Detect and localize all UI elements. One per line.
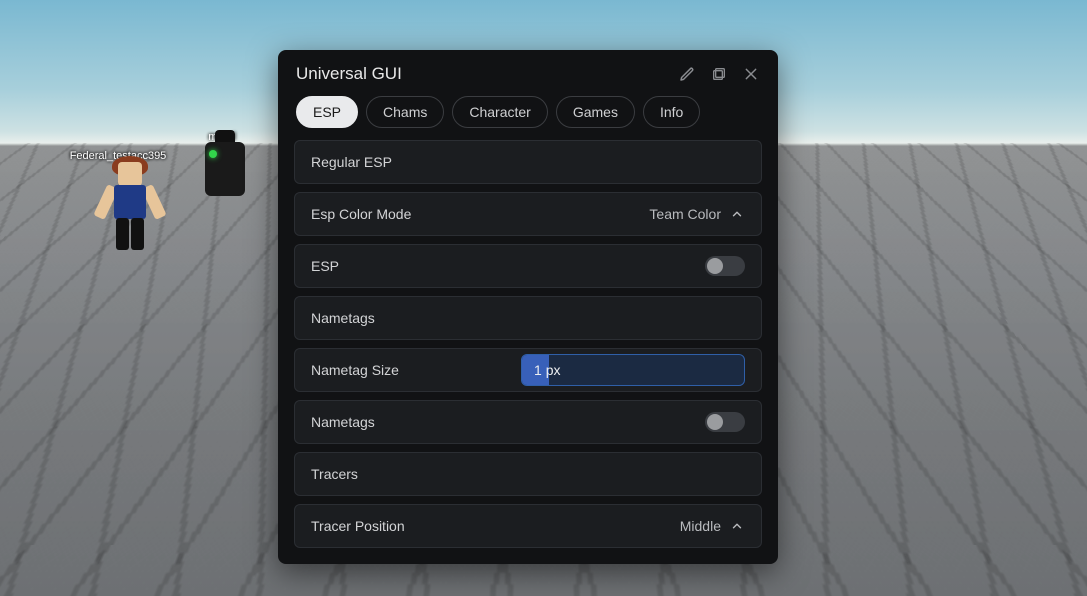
- option-nametag-size: Nametag Size 1 px: [294, 348, 762, 392]
- section-label: Regular ESP: [311, 154, 392, 170]
- section-regular-esp: Regular ESP: [294, 140, 762, 184]
- close-icon[interactable]: [742, 65, 760, 83]
- chevron-up-icon: [729, 518, 745, 534]
- tab-games[interactable]: Games: [556, 96, 635, 128]
- section-tracers: Tracers: [294, 452, 762, 496]
- world-nametag: Federal_testacc395: [70, 150, 167, 162]
- gui-title: Universal GUI: [296, 64, 678, 84]
- section-label: Tracers: [311, 466, 358, 482]
- section-label: Nametags: [311, 310, 375, 326]
- option-label: Nametags: [311, 414, 375, 430]
- option-esp-color-mode[interactable]: Esp Color Mode Team Color: [294, 192, 762, 236]
- option-value: Team Color: [649, 206, 721, 222]
- slider-nametag-size[interactable]: 1 px: [521, 354, 745, 386]
- section-nametags: Nametags: [294, 296, 762, 340]
- slider-value-text: 1 px: [522, 362, 560, 378]
- tab-info[interactable]: Info: [643, 96, 700, 128]
- option-value: Middle: [680, 518, 721, 534]
- option-label: ESP: [311, 258, 339, 274]
- options-list: Regular ESP Esp Color Mode Team Color ES…: [278, 140, 778, 564]
- gui-header[interactable]: Universal GUI: [278, 50, 778, 96]
- option-esp-toggle: ESP: [294, 244, 762, 288]
- option-label: Esp Color Mode: [311, 206, 411, 222]
- world-nametag: moral: [208, 131, 236, 143]
- option-nametags-toggle: Nametags: [294, 400, 762, 444]
- option-tracer-position[interactable]: Tracer Position Middle: [294, 504, 762, 548]
- toggle-esp[interactable]: [705, 256, 745, 276]
- tab-character[interactable]: Character: [452, 96, 547, 128]
- chevron-up-icon: [729, 206, 745, 222]
- pencil-icon[interactable]: [678, 65, 696, 83]
- toggle-nametags[interactable]: [705, 412, 745, 432]
- gui-panel[interactable]: Universal GUI ESP Chams Character Games …: [278, 50, 778, 564]
- tab-esp[interactable]: ESP: [296, 96, 358, 128]
- option-label: Nametag Size: [311, 362, 399, 378]
- option-label: Tracer Position: [311, 518, 405, 534]
- maximize-icon[interactable]: [710, 65, 728, 83]
- tab-chams[interactable]: Chams: [366, 96, 444, 128]
- tab-bar: ESP Chams Character Games Info: [278, 96, 778, 140]
